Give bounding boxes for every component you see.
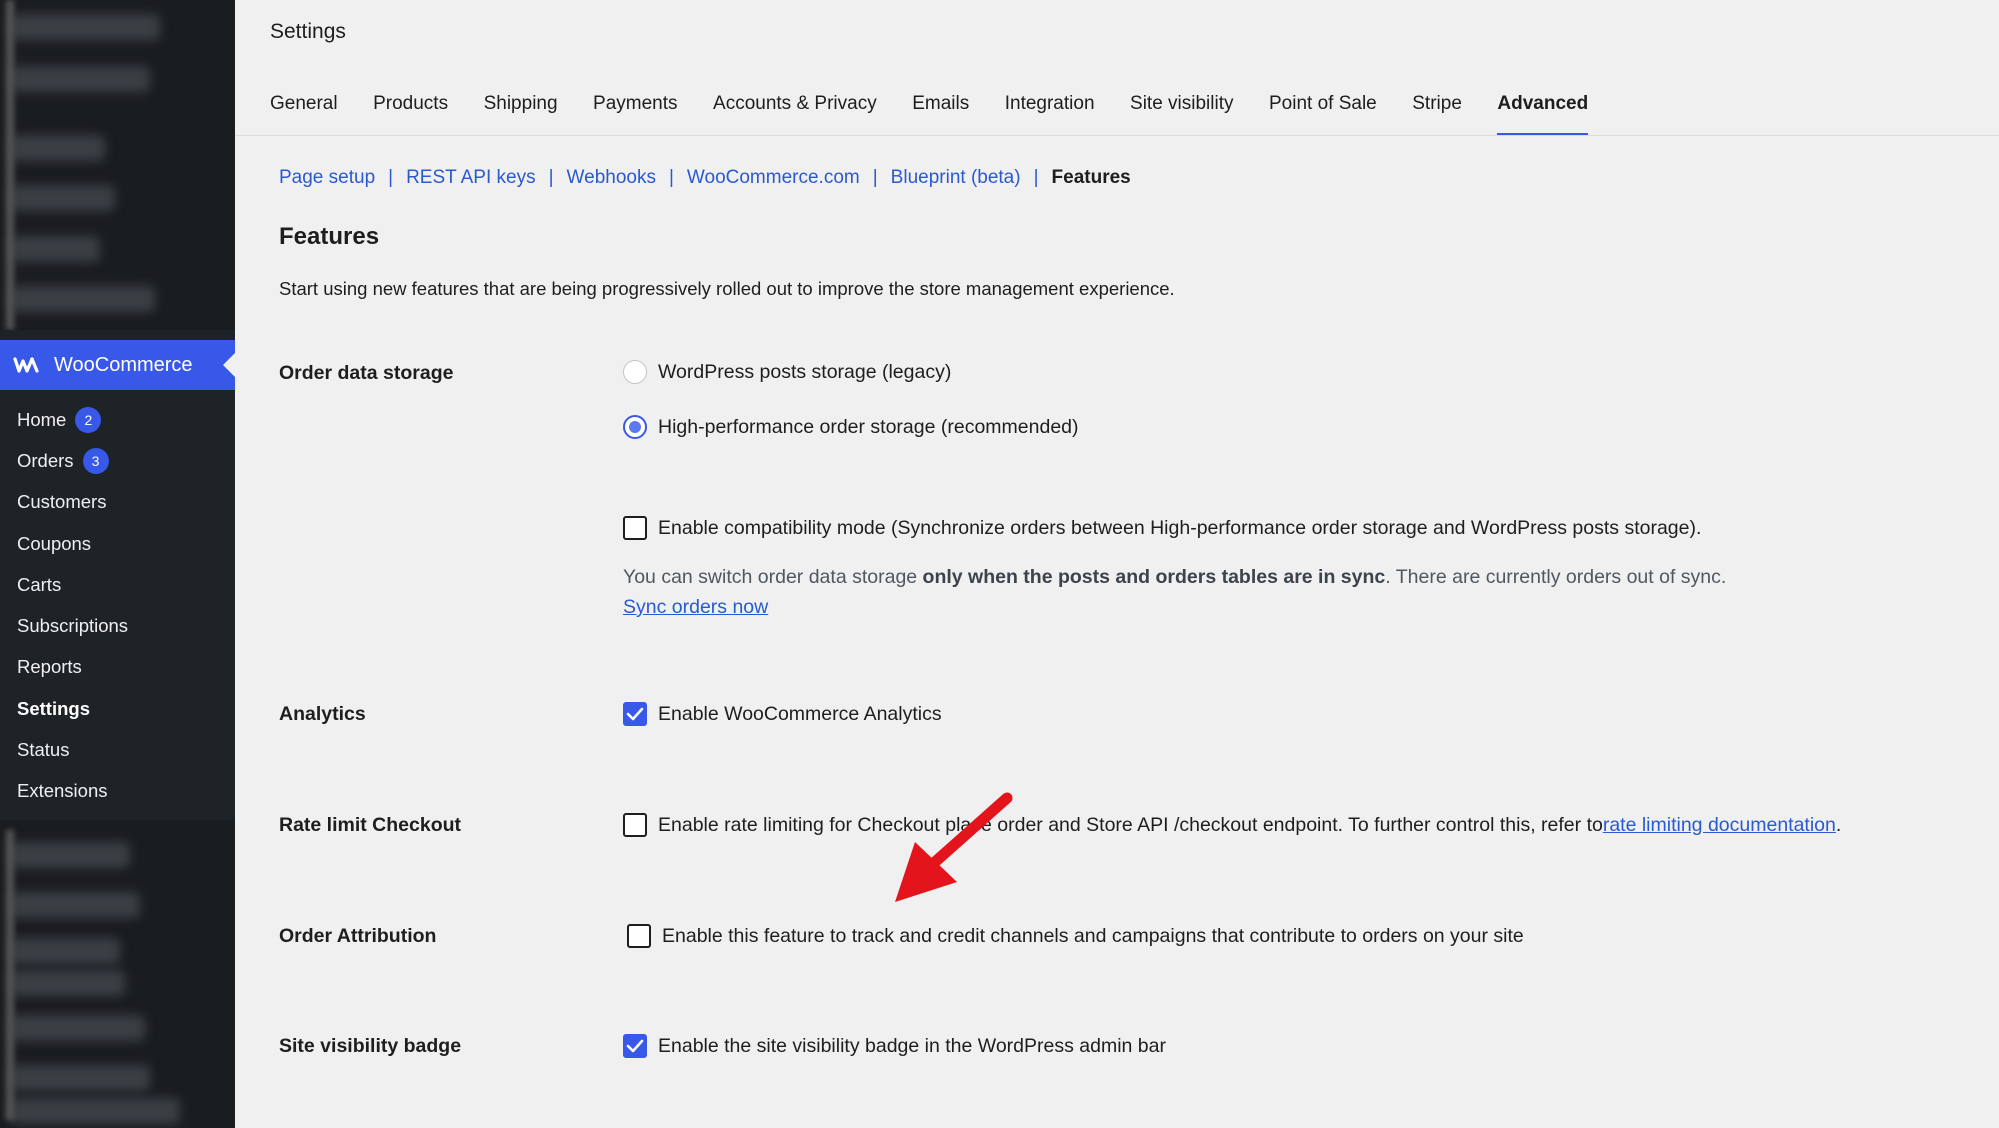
tab-accounts-privacy[interactable]: Accounts & Privacy	[713, 80, 877, 136]
tab-point-of-sale[interactable]: Point of Sale	[1269, 80, 1377, 136]
rate-limiting-docs-link[interactable]: rate limiting documentation	[1603, 814, 1836, 837]
order-data-storage-label: Order data storage	[279, 362, 454, 384]
order-attribution-label: Order Attribution	[279, 925, 437, 947]
sidebar-item-label: Home	[17, 408, 67, 430]
woocommerce-label: WooCommerce	[54, 353, 193, 376]
subnav-blueprint[interactable]: Blueprint (beta)	[891, 167, 1021, 189]
site-visibility-badge-option[interactable]: Enable the site visibility badge in the …	[623, 1034, 1166, 1058]
radio-legacy-label: WordPress posts storage (legacy)	[658, 360, 952, 383]
subnav-rest-api-keys[interactable]: REST API keys	[406, 167, 536, 189]
sidebar-item-status[interactable]: Status	[0, 729, 235, 770]
analytics-checkbox[interactable]	[623, 702, 647, 726]
page-title: Settings	[270, 20, 346, 43]
sidebar-item-home[interactable]: Home 2	[0, 399, 235, 440]
site-visibility-badge-option-label: Enable the site visibility badge in the …	[658, 1034, 1166, 1057]
rate-limit-checkbox[interactable]	[623, 813, 647, 837]
subnav-separator: |	[388, 167, 394, 188]
features-description: Start using new features that are being …	[279, 278, 1175, 299]
subnav-separator: |	[668, 167, 674, 188]
radio-hpos-indicator[interactable]	[623, 415, 647, 439]
compatibility-mode-checkbox[interactable]	[623, 516, 647, 540]
rate-limit-option-label: Enable rate limiting for Checkout place …	[658, 813, 1603, 836]
sidebar-blurred-menu-bottom	[0, 820, 235, 1128]
tab-shipping[interactable]: Shipping	[484, 80, 558, 136]
subnav-woocommerce-com[interactable]: WooCommerce.com	[687, 167, 860, 189]
subnav-separator: |	[548, 167, 554, 188]
analytics-option[interactable]: Enable WooCommerce Analytics	[623, 702, 942, 726]
storage-sync-note: You can switch order data storage only w…	[623, 562, 1726, 622]
sync-note-suffix: . There are currently orders out of sync…	[1385, 566, 1727, 588]
rate-limit-suffix: .	[1835, 813, 1842, 836]
sidebar-item-woocommerce[interactable]: WooCommerce	[0, 340, 235, 390]
sidebar-item-label: Orders	[17, 449, 74, 471]
compatibility-mode-label: Enable compatibility mode (Synchronize o…	[658, 516, 1702, 539]
tab-products[interactable]: Products	[373, 80, 448, 136]
section-subnav: Page setup | REST API keys | Webhooks | …	[279, 167, 1131, 189]
subnav-page-setup[interactable]: Page setup	[279, 167, 375, 189]
annotation-arrow-icon	[895, 792, 1013, 902]
features-heading: Features	[279, 223, 380, 250]
orders-count-badge: 3	[82, 447, 109, 474]
compatibility-mode-option[interactable]: Enable compatibility mode (Synchronize o…	[623, 516, 1701, 540]
sidebar-blurred-menu-top	[0, 0, 235, 330]
radio-legacy-indicator[interactable]	[623, 360, 647, 384]
site-visibility-badge-checkbox[interactable]	[623, 1034, 647, 1058]
analytics-option-label: Enable WooCommerce Analytics	[658, 702, 942, 725]
order-attribution-option[interactable]: Enable this feature to track and credit …	[627, 924, 1524, 948]
checkmark-icon	[626, 707, 644, 721]
sync-orders-now-link[interactable]: Sync orders now	[623, 596, 768, 618]
radio-hpos-label: High-performance order storage (recommen…	[658, 415, 1079, 438]
woocommerce-logo-icon	[12, 355, 42, 375]
woocommerce-submenu: Home 2 Orders 3 Customers Coupons Carts …	[0, 399, 235, 812]
tab-site-visibility[interactable]: Site visibility	[1130, 80, 1233, 136]
sidebar-item-settings[interactable]: Settings	[0, 688, 235, 729]
tab-integration[interactable]: Integration	[1005, 80, 1095, 136]
tab-emails[interactable]: Emails	[912, 80, 969, 136]
admin-sidebar: WooCommerce Home 2 Orders 3 Customers Co…	[0, 0, 235, 1128]
rate-limit-option[interactable]: Enable rate limiting for Checkout place …	[623, 813, 1841, 837]
order-attribution-checkbox[interactable]	[627, 924, 651, 948]
home-count-badge: 2	[75, 406, 102, 433]
subnav-webhooks[interactable]: Webhooks	[567, 167, 656, 189]
subnav-separator: |	[1033, 167, 1039, 188]
tab-general[interactable]: General	[270, 80, 338, 136]
sidebar-item-coupons[interactable]: Coupons	[0, 523, 235, 564]
radio-legacy-storage[interactable]: WordPress posts storage (legacy)	[623, 360, 951, 384]
order-attribution-option-label: Enable this feature to track and credit …	[662, 924, 1524, 947]
rate-limit-label: Rate limit Checkout	[279, 814, 462, 836]
checkmark-icon	[626, 1039, 644, 1053]
sidebar-item-reports[interactable]: Reports	[0, 647, 235, 688]
tabs-divider	[235, 135, 1999, 136]
subnav-separator: |	[872, 167, 878, 188]
sync-note-bold: only when the posts and orders tables ar…	[922, 566, 1386, 588]
sync-note-prefix: You can switch order data storage	[623, 566, 923, 588]
radio-hpos-storage[interactable]: High-performance order storage (recommen…	[623, 415, 1079, 439]
sidebar-item-carts[interactable]: Carts	[0, 564, 235, 605]
tab-payments[interactable]: Payments	[593, 80, 677, 136]
sidebar-item-subscriptions[interactable]: Subscriptions	[0, 605, 235, 646]
sidebar-item-orders[interactable]: Orders 3	[0, 440, 235, 481]
sidebar-item-customers[interactable]: Customers	[0, 482, 235, 523]
analytics-label: Analytics	[279, 703, 366, 725]
tab-stripe[interactable]: Stripe	[1412, 80, 1462, 136]
subnav-features-current: Features	[1051, 167, 1131, 188]
main-content: Settings General Products Shipping Payme…	[235, 0, 1999, 1128]
settings-tabs: General Products Shipping Payments Accou…	[270, 80, 1999, 136]
site-visibility-badge-label: Site visibility badge	[279, 1035, 462, 1057]
tab-advanced[interactable]: Advanced	[1497, 80, 1588, 136]
sidebar-item-extensions[interactable]: Extensions	[0, 771, 235, 812]
